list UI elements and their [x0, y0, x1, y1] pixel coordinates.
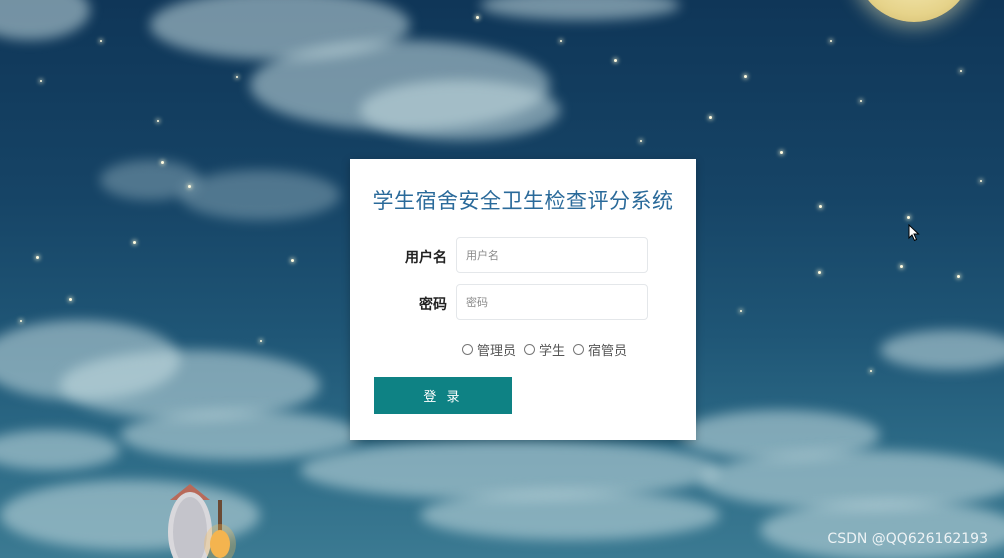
cloud	[300, 440, 720, 500]
star	[640, 140, 642, 142]
cloud	[120, 410, 360, 460]
lantern-character-illustration	[168, 484, 236, 558]
star	[907, 216, 910, 219]
cloud	[0, 430, 120, 470]
role-option-label: 宿管员	[588, 343, 628, 359]
role-option-admin[interactable]: 管理员	[462, 340, 516, 359]
cloud	[0, 0, 90, 40]
star	[157, 120, 159, 122]
star	[36, 256, 39, 259]
star	[69, 298, 72, 301]
moon	[855, 0, 973, 22]
page-title: 学生宿舍安全卫生检查评分系统	[372, 189, 674, 213]
star	[830, 40, 832, 42]
login-background: 学生宿舍安全卫生检查评分系统 用户名 密码 管理员 学生 宿管员 登 录	[0, 0, 1004, 558]
role-option-student[interactable]: 学生	[524, 340, 565, 359]
watermark: CSDN @QQ626162193	[827, 531, 988, 547]
username-label: 用户名	[405, 250, 447, 266]
cloud	[180, 170, 340, 220]
star	[709, 116, 712, 119]
star	[980, 180, 982, 182]
star	[560, 40, 562, 42]
star	[819, 205, 822, 208]
cloud	[360, 80, 560, 140]
password-row: 密码	[350, 284, 696, 322]
radio-button[interactable]	[462, 343, 473, 355]
username-input[interactable]	[456, 237, 648, 273]
cloud	[880, 330, 1004, 370]
star	[614, 59, 617, 62]
role-option-dorm-manager[interactable]: 宿管员	[573, 340, 627, 359]
star	[780, 151, 783, 154]
star	[744, 75, 747, 78]
star	[870, 370, 872, 372]
star	[860, 100, 862, 102]
star	[260, 340, 262, 342]
star	[740, 310, 742, 312]
star	[100, 40, 102, 42]
star	[476, 16, 479, 19]
star	[40, 80, 42, 82]
star	[818, 271, 821, 274]
cloud	[760, 500, 1004, 558]
cloud	[60, 350, 320, 420]
star	[133, 241, 136, 244]
role-radio-group: 管理员 学生 宿管员	[462, 340, 635, 359]
role-option-label: 学生	[539, 343, 566, 359]
radio-button[interactable]	[573, 343, 585, 355]
star	[291, 259, 294, 262]
password-input[interactable]	[456, 284, 648, 320]
login-card: 学生宿舍安全卫生检查评分系统 用户名 密码 管理员 学生 宿管员 登 录	[350, 159, 696, 440]
star	[957, 275, 960, 278]
star	[188, 185, 191, 188]
role-option-label: 管理员	[477, 343, 517, 359]
star	[960, 70, 962, 72]
star	[20, 320, 22, 322]
login-button[interactable]: 登 录	[374, 377, 512, 414]
star	[900, 265, 903, 268]
password-label: 密码	[419, 297, 447, 313]
star	[236, 76, 238, 78]
radio-button[interactable]	[524, 343, 536, 355]
star	[161, 161, 164, 164]
cloud	[480, 0, 680, 20]
cloud	[420, 490, 720, 540]
mouse-pointer-icon	[908, 224, 920, 242]
username-row: 用户名	[350, 237, 696, 275]
